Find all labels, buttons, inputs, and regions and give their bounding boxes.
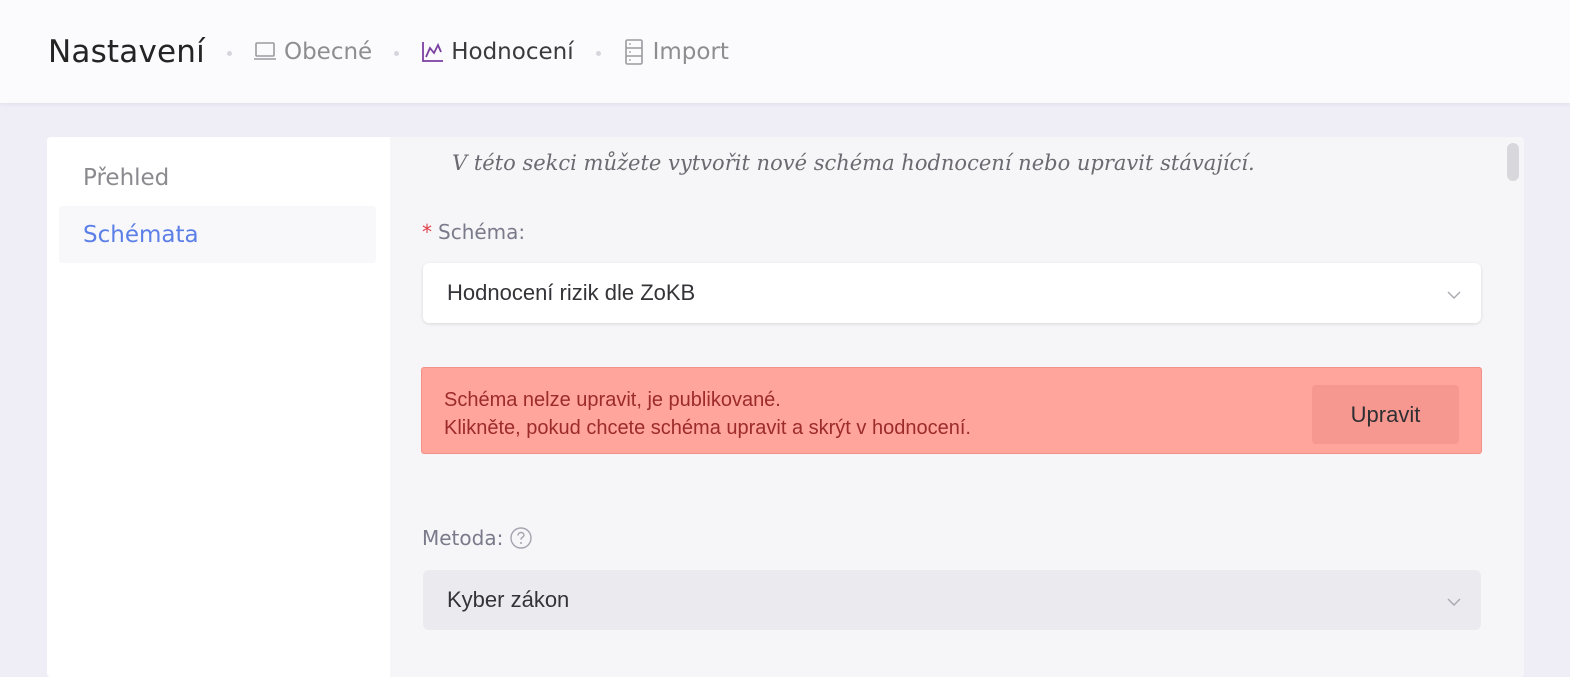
sidebar: Přehled Schémata: [47, 137, 390, 677]
vertical-scrollbar[interactable]: [1502, 137, 1524, 677]
sidebar-item-prehled[interactable]: Přehled: [59, 149, 376, 206]
chevron-down-icon: [1445, 591, 1463, 609]
sidebar-item-schemata[interactable]: Schémata: [59, 206, 376, 263]
section-intro: V této sekci můžete vytvořit nové schéma…: [452, 151, 1255, 175]
method-select-value: Kyber zákon: [447, 587, 570, 612]
settings-card: Přehled Schémata V této sekci můžete vyt…: [47, 137, 1524, 677]
question-circle-icon[interactable]: [509, 526, 533, 550]
breadcrumb-separator: [595, 51, 601, 56]
chevron-down-icon: [1445, 284, 1463, 302]
alert-line-1: Schéma nelze upravit, je publikované.: [444, 389, 781, 411]
breadcrumb-import[interactable]: Import: [621, 39, 729, 65]
main-content: V této sekci můžete vytvořit nové schéma…: [390, 137, 1524, 677]
schema-label: * Schéma:: [422, 220, 525, 244]
required-mark: *: [422, 220, 432, 244]
method-select[interactable]: Kyber zákon: [423, 570, 1481, 630]
page-title: Nastavení: [48, 33, 205, 70]
schema-select-value: Hodnocení rizik dle ZoKB: [447, 280, 696, 305]
breadcrumb-obecne[interactable]: Obecné: [252, 39, 372, 65]
breadcrumb-hodnoceni[interactable]: Hodnocení: [419, 38, 574, 65]
method-label: Metoda:: [422, 526, 533, 550]
breadcrumb-separator: [226, 51, 232, 56]
scrollbar-thumb[interactable]: [1507, 143, 1519, 181]
breadcrumb-separator: [394, 51, 400, 56]
schema-select[interactable]: Hodnocení rizik dle ZoKB: [423, 263, 1481, 323]
breadcrumb-label: Import: [652, 38, 729, 65]
breadcrumb-label: Hodnocení: [451, 38, 574, 65]
line-chart-icon: [419, 39, 445, 65]
published-alert: Schéma nelze upravit, je publikované. Kl…: [421, 367, 1482, 454]
alert-line-2: Klikněte, pokud chcete schéma upravit a …: [444, 417, 971, 439]
alert-message: Schéma nelze upravit, je publikované. Kl…: [444, 386, 971, 442]
top-header: Nastavení Obecné Hodnocení Import: [0, 0, 1570, 103]
breadcrumb-label: Obecné: [283, 38, 373, 65]
method-label-text: Metoda:: [422, 526, 504, 550]
server-icon: [621, 38, 647, 65]
laptop-icon: [252, 39, 278, 65]
edit-button[interactable]: Upravit: [1312, 385, 1459, 444]
schema-label-text: Schéma:: [438, 220, 526, 244]
